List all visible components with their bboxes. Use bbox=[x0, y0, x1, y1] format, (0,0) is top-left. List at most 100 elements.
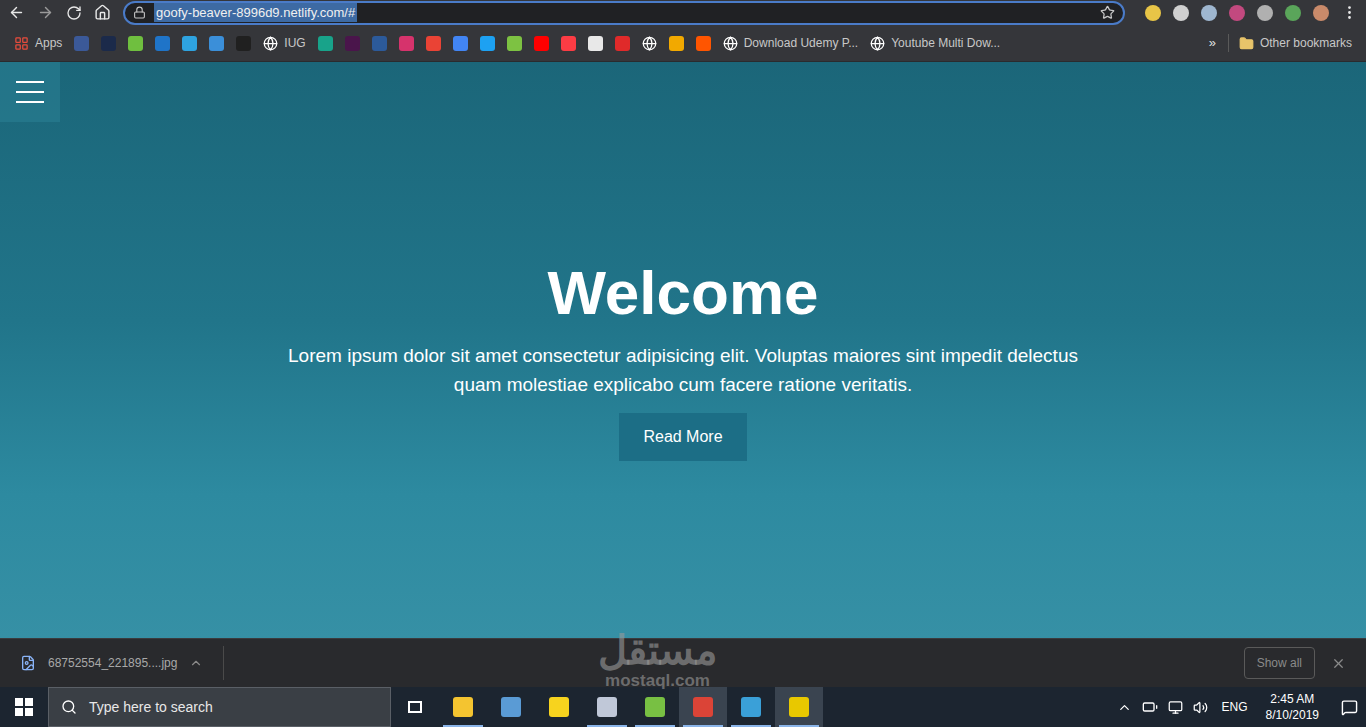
extension-icon[interactable] bbox=[1201, 5, 1217, 21]
app-icon bbox=[501, 697, 521, 717]
extension-icon[interactable] bbox=[1257, 5, 1273, 21]
bookmark-item[interactable] bbox=[176, 30, 203, 56]
bookmark-item[interactable] bbox=[528, 30, 555, 56]
bookmark-item[interactable] bbox=[149, 30, 176, 56]
star-icon[interactable] bbox=[1100, 5, 1115, 20]
taskbar-app[interactable] bbox=[487, 687, 535, 727]
network-icon[interactable] bbox=[1168, 700, 1183, 715]
site-icon bbox=[588, 36, 603, 51]
site-icon bbox=[182, 36, 197, 51]
taskbar-app[interactable] bbox=[727, 687, 775, 727]
bookmark-item[interactable] bbox=[474, 30, 501, 56]
bookmark-item[interactable] bbox=[609, 30, 636, 56]
site-icon bbox=[453, 36, 468, 51]
site-icon bbox=[669, 36, 684, 51]
site-icon bbox=[209, 36, 224, 51]
bookmark-item[interactable] bbox=[393, 30, 420, 56]
download-item[interactable]: 68752554_221895....jpg bbox=[20, 646, 224, 680]
download-shelf: 68752554_221895....jpg Show all bbox=[0, 638, 1366, 687]
bookmark-item[interactable] bbox=[636, 30, 663, 56]
bookmark-item[interactable] bbox=[203, 30, 230, 56]
taskbar-app[interactable] bbox=[679, 687, 727, 727]
site-icon bbox=[372, 36, 387, 51]
bookmark-label: Youtube Multi Dow... bbox=[891, 34, 1000, 52]
start-button[interactable] bbox=[0, 687, 48, 727]
app-icon bbox=[453, 697, 473, 717]
taskbar-app[interactable] bbox=[775, 687, 823, 727]
extension-icon[interactable] bbox=[1229, 5, 1245, 21]
taskbar-app[interactable] bbox=[631, 687, 679, 727]
system-tray: ENG 2:45 AM8/10/2019 bbox=[1117, 687, 1366, 727]
bookmark-label: Download Udemy P... bbox=[744, 34, 859, 52]
site-icon bbox=[128, 36, 143, 51]
bookmark-item[interactable] bbox=[68, 30, 95, 56]
language[interactable]: ENG bbox=[1218, 698, 1252, 716]
bookmark-item[interactable] bbox=[312, 30, 339, 56]
site-icon bbox=[318, 36, 333, 51]
read-more-button[interactable]: Read More bbox=[619, 413, 746, 461]
battery-icon[interactable] bbox=[1142, 699, 1158, 715]
site-icon bbox=[507, 36, 522, 51]
other-bookmarks[interactable]: Other bookmarks bbox=[1233, 34, 1358, 52]
task-view[interactable] bbox=[391, 687, 439, 727]
bookmark-item[interactable] bbox=[663, 30, 690, 56]
hero-heading: Welcome bbox=[547, 259, 818, 327]
bookmark-item[interactable] bbox=[582, 30, 609, 56]
taskbar-app[interactable] bbox=[439, 687, 487, 727]
bookmark-item[interactable] bbox=[447, 30, 474, 56]
bookmark-item[interactable] bbox=[420, 30, 447, 56]
taskbar-app[interactable] bbox=[535, 687, 583, 727]
globe-icon bbox=[642, 36, 657, 51]
bookmark-item[interactable]: Download Udemy P... bbox=[717, 30, 865, 56]
volume-icon[interactable] bbox=[1193, 700, 1208, 715]
bookmark-item[interactable] bbox=[690, 30, 717, 56]
folder-icon bbox=[1239, 36, 1254, 51]
site-icon bbox=[101, 36, 116, 51]
bookmark-item[interactable] bbox=[230, 30, 257, 56]
close-icon[interactable] bbox=[1331, 656, 1346, 671]
taskbar-app[interactable] bbox=[583, 687, 631, 727]
extension-icon[interactable] bbox=[1145, 5, 1161, 21]
bookmark-item[interactable] bbox=[555, 30, 582, 56]
bookmarks-bar: Apps IUG Download Udemy P... Youtube Multi … bbox=[0, 25, 1366, 62]
nav-toggle[interactable] bbox=[0, 62, 60, 122]
bookmark-label: IUG bbox=[284, 34, 305, 52]
bookmarks-overflow[interactable]: » bbox=[1201, 33, 1224, 53]
bookmark-item[interactable] bbox=[95, 30, 122, 56]
bookmark-item[interactable] bbox=[339, 30, 366, 56]
app-icon bbox=[597, 697, 617, 717]
bookmark-item[interactable]: Youtube Multi Dow... bbox=[864, 30, 1006, 56]
bookmark-item[interactable] bbox=[122, 30, 149, 56]
extension-icon[interactable] bbox=[1313, 5, 1329, 21]
extension-icon[interactable] bbox=[1173, 5, 1189, 21]
back-icon[interactable] bbox=[8, 4, 25, 21]
site-icon bbox=[615, 36, 630, 51]
site-icon bbox=[696, 36, 711, 51]
forward-icon[interactable] bbox=[37, 4, 54, 21]
show-all-button[interactable]: Show all bbox=[1244, 647, 1315, 679]
watermark: مستقلmostaql.com bbox=[598, 628, 717, 691]
site-icon bbox=[236, 36, 251, 51]
lock-icon bbox=[133, 6, 146, 19]
bookmark-item[interactable] bbox=[501, 30, 528, 56]
tray-overflow-icon[interactable] bbox=[1117, 700, 1132, 715]
bookmark-item[interactable] bbox=[366, 30, 393, 56]
bookmark-item[interactable]: Apps bbox=[8, 30, 68, 56]
site-icon bbox=[345, 36, 360, 51]
reload-icon[interactable] bbox=[66, 5, 82, 21]
site-icon bbox=[399, 36, 414, 51]
extension-icon[interactable] bbox=[1285, 5, 1301, 21]
taskbar-search[interactable]: Type here to search bbox=[48, 687, 391, 727]
site-icon bbox=[480, 36, 495, 51]
home-icon[interactable] bbox=[94, 4, 111, 21]
address-bar[interactable]: goofy-beaver-8996d9.netlify.com/# bbox=[123, 1, 1125, 25]
apps-icon bbox=[14, 36, 29, 51]
chevron-icon[interactable] bbox=[189, 656, 203, 670]
menu-icon[interactable] bbox=[1341, 4, 1358, 21]
bookmark-item[interactable]: IUG bbox=[257, 30, 311, 56]
notifications-icon[interactable] bbox=[1341, 699, 1358, 716]
search-icon bbox=[61, 699, 77, 715]
clock[interactable]: 2:45 AM8/10/2019 bbox=[1262, 691, 1323, 723]
globe-icon bbox=[870, 36, 885, 51]
hero-text: Lorem ipsum dolor sit amet consectetur a… bbox=[263, 341, 1103, 399]
